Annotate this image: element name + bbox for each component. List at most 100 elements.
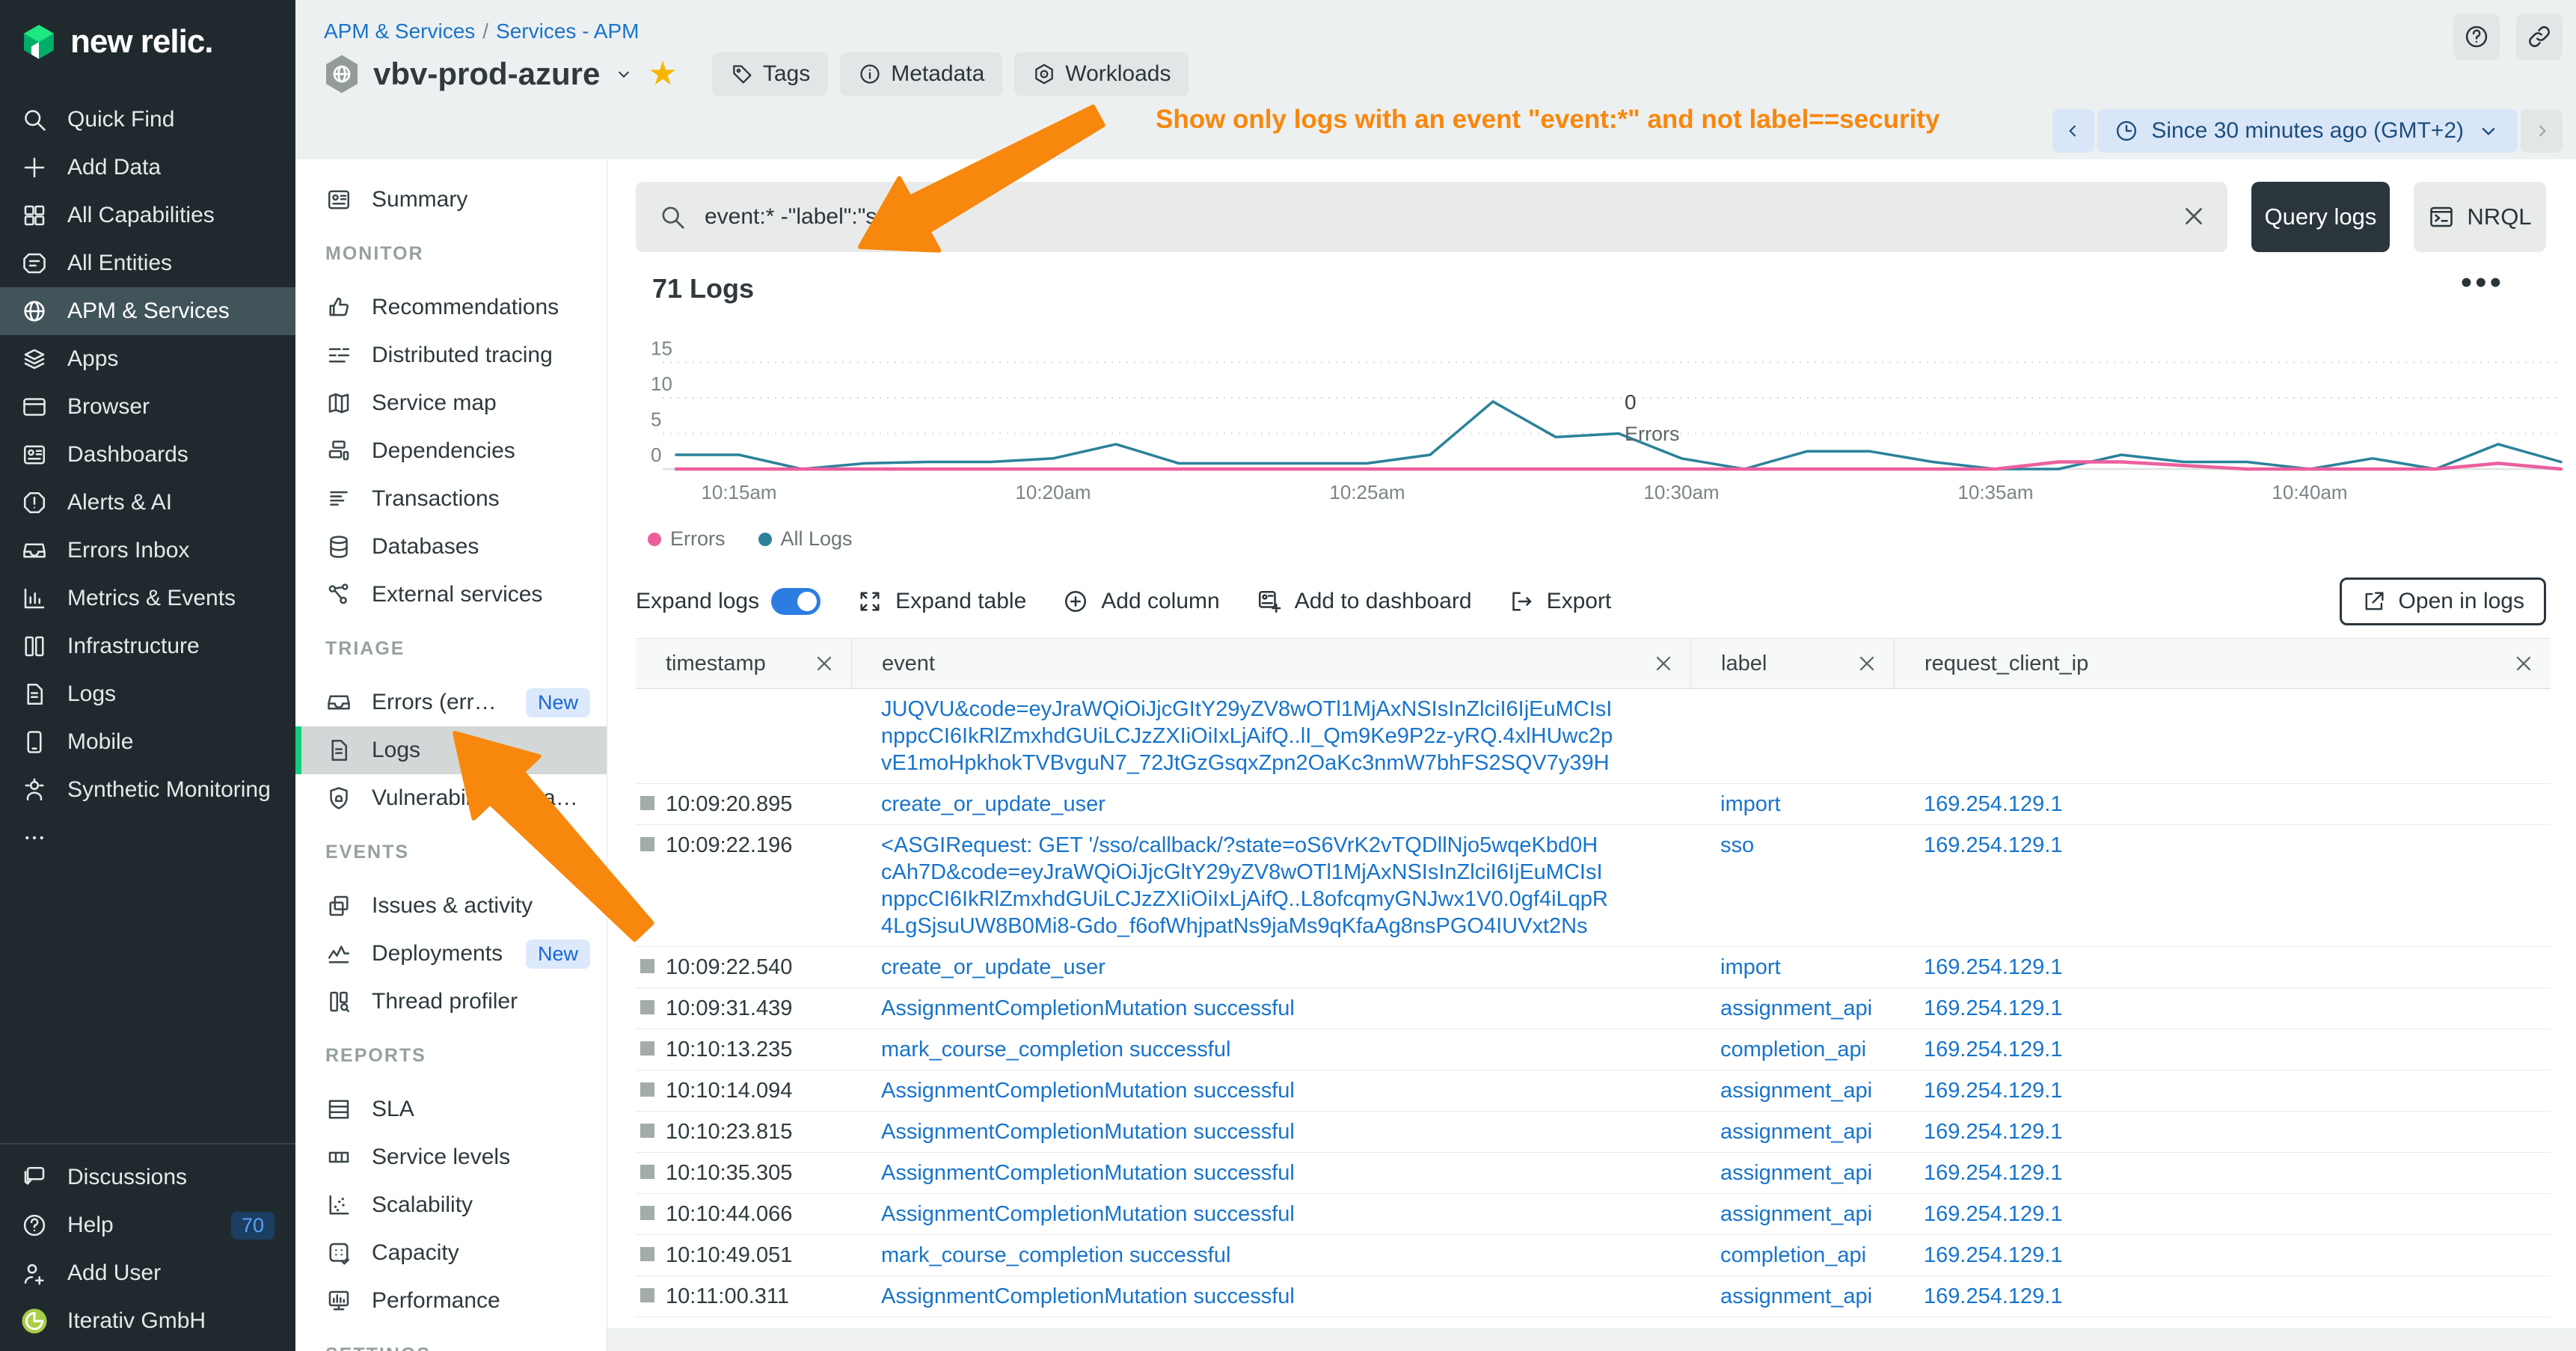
favorite-star-icon[interactable]: ★ xyxy=(648,58,677,91)
log-row[interactable]: 10:10:13.235mark_course_completion succe… xyxy=(636,1029,2551,1070)
label-link[interactable]: completion_api xyxy=(1720,1036,1879,1063)
time-forward-button[interactable] xyxy=(2521,109,2563,153)
sidebar-item-add-data[interactable]: Add Data xyxy=(0,144,295,192)
subnav-item-service-levels[interactable]: Service levels xyxy=(295,1133,607,1181)
permalink-button[interactable] xyxy=(2516,13,2563,60)
log-row[interactable]: 10:10:23.815AssignmentCompletionMutation… xyxy=(636,1112,2551,1153)
sidebar-footer-iterativ-gmbh[interactable]: Iterativ GmbH xyxy=(0,1297,295,1345)
event-link[interactable]: AssignmentCompletionMutation successful xyxy=(881,995,1675,1022)
log-row[interactable]: 10:09:20.895create_or_update_userimport1… xyxy=(636,784,2551,825)
clear-query-icon[interactable] xyxy=(2180,202,2208,230)
workloads-button[interactable]: Workloads xyxy=(1014,52,1189,96)
time-back-button[interactable] xyxy=(2052,109,2094,153)
event-link[interactable]: JUQVU&code=eyJraWQiOiJjcGItY29yZV8wOTl1M… xyxy=(881,696,1675,723)
label-link[interactable]: assignment_api xyxy=(1720,995,1879,1022)
panel-menu-ellipsis[interactable]: ••• xyxy=(2461,264,2504,301)
sidebar-footer-add-user[interactable]: Add User xyxy=(0,1249,295,1297)
ip-link[interactable]: 169.254.129.1 xyxy=(1924,954,2536,981)
sidebar-item-logs[interactable]: Logs xyxy=(0,670,295,718)
row-select-square[interactable] xyxy=(640,1124,654,1138)
subnav-item-external-services[interactable]: External services xyxy=(295,571,607,619)
log-row[interactable]: 10:09:22.196<ASGIRequest: GET '/sso/call… xyxy=(636,825,2551,947)
add-to-dashboard-button[interactable]: Add to dashboard xyxy=(1256,588,1472,615)
ip-link[interactable]: 169.254.129.1 xyxy=(1924,995,2536,1022)
open-in-logs-button[interactable]: Open in logs xyxy=(2340,578,2546,625)
sidebar-footer-discussions[interactable]: Discussions xyxy=(0,1154,295,1201)
sidebar-item-apm-services[interactable]: APM & Services xyxy=(0,287,295,335)
label-link[interactable]: assignment_api xyxy=(1720,1283,1879,1310)
remove-column-timestamp-button[interactable] xyxy=(812,652,836,676)
subnav-item-issues-activity[interactable]: Issues & activity xyxy=(295,882,607,930)
row-select-square[interactable] xyxy=(640,1247,654,1261)
sidebar-item-alerts-ai[interactable]: Alerts & AI xyxy=(0,479,295,527)
sidebar-footer-help[interactable]: Help70 xyxy=(0,1201,295,1249)
sidebar-item-apps[interactable]: Apps xyxy=(0,335,295,383)
ip-link[interactable]: 169.254.129.1 xyxy=(1924,1283,2536,1310)
sidebar-item-all-entities[interactable]: All Entities xyxy=(0,239,295,287)
row-select-square[interactable] xyxy=(640,1041,654,1056)
event-link[interactable]: nppcCI6IkRlZmxhdGUiLCJzZXIiOiIxLjAifQ..l… xyxy=(881,723,1675,750)
log-row[interactable]: 10:09:31.439AssignmentCompletionMutation… xyxy=(636,988,2551,1029)
legend-all-logs[interactable]: All Logs xyxy=(758,527,853,551)
subnav-item-errors-errors-inb[interactable]: Errors (errors inb...New xyxy=(295,678,607,726)
event-link[interactable]: AssignmentCompletionMutation successful xyxy=(881,1077,1675,1104)
time-range-dropdown[interactable]: Since 30 minutes ago (GMT+2) xyxy=(2097,109,2518,153)
event-link[interactable]: AssignmentCompletionMutation successful xyxy=(881,1201,1675,1228)
sidebar-item-errors-inbox[interactable]: Errors Inbox xyxy=(0,527,295,575)
sidebar-item-quick-find[interactable]: Quick Find xyxy=(0,96,295,144)
subnav-item-databases[interactable]: Databases xyxy=(295,523,607,571)
remove-column-event-button[interactable] xyxy=(1652,652,1675,676)
subnav-item-service-map[interactable]: Service map xyxy=(295,379,607,427)
row-select-square[interactable] xyxy=(640,1000,654,1014)
label-link[interactable]: assignment_api xyxy=(1720,1159,1879,1186)
event-link[interactable]: AssignmentCompletionMutation successful xyxy=(881,1118,1675,1145)
ip-link[interactable]: 169.254.129.1 xyxy=(1924,1201,2536,1228)
tags-button[interactable]: Tags xyxy=(712,52,828,96)
subnav-item-logs[interactable]: Logs xyxy=(295,726,607,774)
sidebar-item-browser[interactable]: Browser xyxy=(0,383,295,431)
label-link[interactable]: assignment_api xyxy=(1720,1077,1879,1104)
page-title[interactable]: vbv-prod-azure xyxy=(373,56,600,92)
label-link[interactable]: sso xyxy=(1720,832,1879,859)
row-select-square[interactable] xyxy=(640,959,654,973)
subnav-item-summary[interactable]: Summary xyxy=(295,176,607,224)
subnav-item-transactions[interactable]: Transactions xyxy=(295,475,607,523)
event-link[interactable]: 4LgSjsuUW8B0Mi8-Gdo_f6ofWhjpatNs9jaMs9qK… xyxy=(881,913,1675,940)
log-row[interactable]: 10:09:22.540create_or_update_userimport1… xyxy=(636,947,2551,988)
event-link[interactable]: vE1moHpkhokTVBvguN7_72JtGzGsqxZpn2OaKc3n… xyxy=(881,750,1675,776)
breadcrumb-services-apm[interactable]: Services - APM xyxy=(496,19,639,43)
sidebar-item-more[interactable] xyxy=(0,814,295,862)
subnav-item-sla[interactable]: SLA xyxy=(295,1085,607,1133)
log-row[interactable]: 10:10:35.305AssignmentCompletionMutation… xyxy=(636,1153,2551,1194)
event-link[interactable]: nppcCI6IkRlZmxhdGUiLCJzZXIiOiIxLjAifQ..L… xyxy=(881,886,1675,913)
subnav-item-scalability[interactable]: Scalability xyxy=(295,1181,607,1229)
event-link[interactable]: <ASGIRequest: GET '/sso/callback/?state=… xyxy=(881,832,1675,859)
log-row[interactable]: 10:11:00.311AssignmentCompletionMutation… xyxy=(636,1276,2551,1317)
event-link[interactable]: AssignmentCompletionMutation successful xyxy=(881,1283,1675,1310)
new-relic-logo[interactable]: new relic. xyxy=(0,0,295,69)
sidebar-item-mobile[interactable]: Mobile xyxy=(0,718,295,766)
event-link[interactable]: cAh7D&code=eyJraWQiOiJjcGltY29yZV8wOTl1M… xyxy=(881,859,1675,886)
log-row[interactable]: 10:10:44.066AssignmentCompletionMutation… xyxy=(636,1194,2551,1235)
help-button[interactable] xyxy=(2453,13,2500,60)
row-select-square[interactable] xyxy=(640,837,654,851)
log-row[interactable]: 10:10:49.051mark_course_completion succe… xyxy=(636,1235,2551,1276)
subnav-item-deployments[interactable]: DeploymentsNew xyxy=(295,930,607,978)
sidebar-item-synthetic-monitoring[interactable]: Synthetic Monitoring xyxy=(0,766,295,814)
ip-link[interactable]: 169.254.129.1 xyxy=(1924,832,2536,859)
ip-link[interactable]: 169.254.129.1 xyxy=(1924,1077,2536,1104)
label-link[interactable]: import xyxy=(1720,954,1879,981)
event-link[interactable]: AssignmentCompletionMutation successful xyxy=(881,1159,1675,1186)
toggle-on-icon[interactable] xyxy=(771,588,821,615)
ip-link[interactable]: 169.254.129.1 xyxy=(1924,791,2536,818)
add-column-button[interactable]: Add column xyxy=(1062,588,1219,615)
subnav-item-performance[interactable]: Performance xyxy=(295,1277,607,1325)
subnav-item-dependencies[interactable]: Dependencies xyxy=(295,427,607,475)
ip-link[interactable]: 169.254.129.1 xyxy=(1924,1036,2536,1063)
subnav-item-thread-profiler[interactable]: Thread profiler xyxy=(295,978,607,1026)
event-link[interactable]: create_or_update_user xyxy=(881,954,1675,981)
query-logs-button[interactable]: Query logs xyxy=(2251,182,2390,252)
row-select-square[interactable] xyxy=(640,1206,654,1220)
row-select-square[interactable] xyxy=(640,1288,654,1302)
expand-table-button[interactable]: Expand table xyxy=(856,588,1026,615)
